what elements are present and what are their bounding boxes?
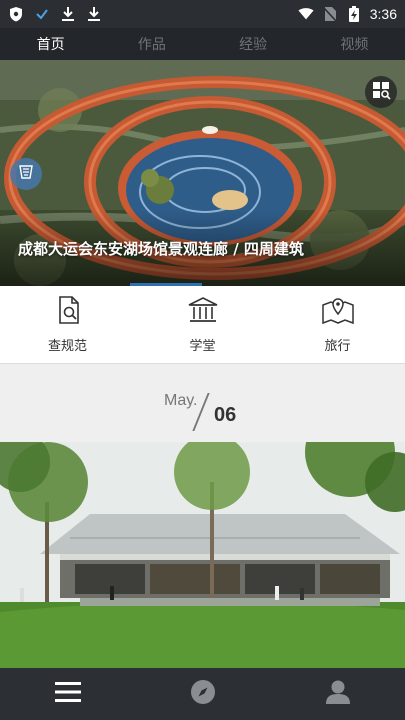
menu-icon — [54, 681, 81, 707]
quick-nav-travel[interactable]: 旅行 — [270, 286, 405, 363]
hero-title[interactable]: 成都大运会东安湖场馆景观连廊 / 四周建筑 — [18, 238, 304, 259]
quick-nav-academy[interactable]: 学堂 — [135, 286, 270, 363]
tab-experience[interactable]: 经验 — [203, 28, 304, 60]
top-tab-bar: 首页 作品 经验 视频 — [0, 28, 405, 60]
date-header: May. 06 — [0, 364, 405, 442]
shield-icon — [8, 6, 24, 22]
status-time: 3:36 — [369, 6, 397, 22]
battery-charging-icon — [346, 6, 362, 22]
wifi-icon — [298, 6, 314, 22]
discover-button[interactable] — [173, 668, 233, 720]
user-icon — [325, 679, 350, 709]
no-sim-icon — [322, 6, 338, 22]
check-icon — [34, 6, 50, 22]
map-pin-icon — [321, 295, 355, 329]
download-icon — [86, 6, 102, 22]
article-card[interactable] — [0, 442, 405, 668]
date-month: May. — [164, 392, 198, 409]
date-day: 06 — [214, 404, 237, 426]
tab-home[interactable]: 首页 — [0, 28, 101, 60]
doc-search-icon — [54, 295, 82, 329]
quick-nav-regulations[interactable]: 查规范 — [0, 286, 135, 363]
quick-nav-label: 学堂 — [189, 339, 216, 354]
download-icon — [60, 6, 76, 22]
quick-nav-label: 查规范 — [47, 339, 87, 354]
profile-button[interactable] — [308, 668, 368, 720]
tab-video[interactable]: 视频 — [304, 28, 405, 60]
app-root: 3:36 首页 作品 经验 视频 成都大运会东安湖场馆景观连廊 / 四周建筑 查… — [0, 0, 405, 720]
menu-button[interactable] — [38, 668, 98, 720]
compass-icon — [190, 679, 216, 709]
grid-search-icon — [371, 80, 391, 104]
status-bar: 3:36 — [0, 0, 405, 28]
document-button[interactable] — [10, 158, 42, 190]
building-icon — [187, 295, 219, 329]
article-image — [0, 442, 405, 668]
quick-nav-label: 旅行 — [324, 339, 351, 354]
hero-banner[interactable]: 成都大运会东安湖场馆景观连廊 / 四周建筑 — [0, 60, 405, 286]
quick-nav: 查规范 学堂 旅行 — [0, 286, 405, 364]
tab-works[interactable]: 作品 — [101, 28, 202, 60]
document-icon — [18, 164, 34, 184]
grid-search-button[interactable] — [365, 76, 397, 108]
bottom-nav — [0, 668, 405, 720]
